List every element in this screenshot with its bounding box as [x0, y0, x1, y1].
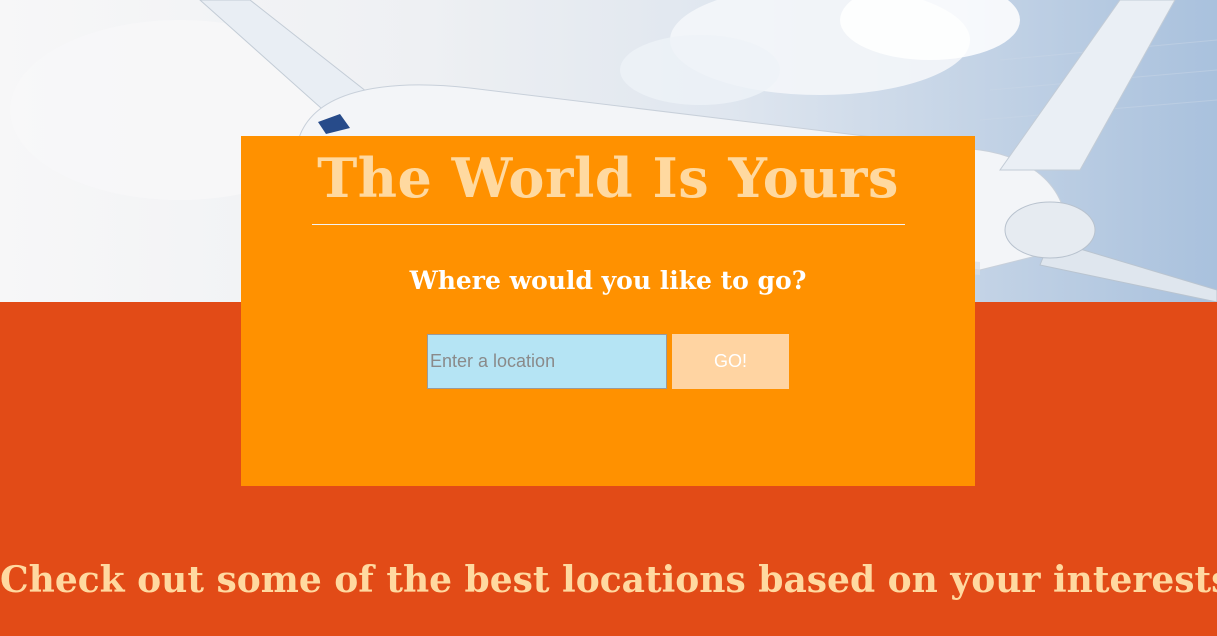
search-prompt: Where would you like to go? [409, 266, 807, 295]
search-panel: The World Is Yours Where would you like … [241, 136, 975, 486]
interests-heading: Check out some of the best locations bas… [0, 559, 1217, 601]
page: The World Is Yours Where would you like … [0, 0, 1217, 636]
title-divider [312, 224, 905, 225]
go-button[interactable]: GO! [672, 334, 789, 389]
location-search-input[interactable] [427, 334, 667, 389]
page-title: The World Is Yours [317, 146, 899, 210]
